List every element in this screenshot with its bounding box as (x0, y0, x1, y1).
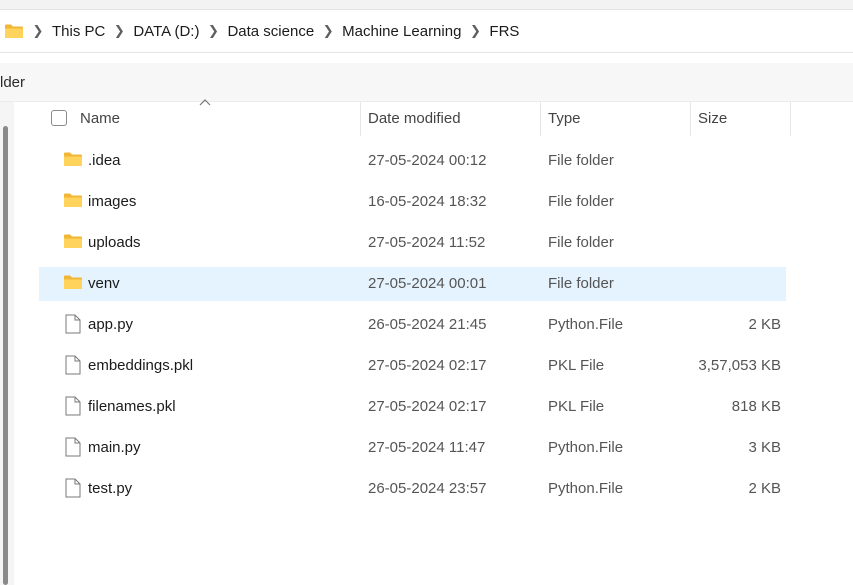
chevron-right-icon: ❯ (469, 23, 481, 38)
chevron-right-icon: ❯ (32, 23, 44, 38)
column-header-date[interactable]: Date modified (368, 110, 461, 127)
file-type: Python.File (548, 480, 624, 497)
file-name: main.py (88, 439, 141, 456)
file-icon (65, 314, 81, 334)
file-icon (65, 396, 81, 416)
file-name: test.py (88, 480, 133, 497)
file-row[interactable]: filenames.pkl 27-05-2024 02:17 PKL File … (39, 390, 786, 424)
file-size: 2 KB (748, 480, 781, 497)
folder-icon (5, 24, 23, 38)
file-size: 818 KB (731, 398, 781, 415)
breadcrumb-item-machine-learning[interactable]: Machine Learning (338, 23, 465, 40)
column-header-size[interactable]: Size (698, 110, 727, 127)
file-row[interactable]: app.py 26-05-2024 21:45 Python.File 2 KB (39, 308, 786, 342)
file-size: 3 KB (748, 439, 781, 456)
breadcrumb-item-frs[interactable]: FRS (485, 23, 523, 40)
file-type: File folder (548, 234, 614, 251)
file-name: images (88, 193, 137, 210)
file-date: 27-05-2024 00:01 (368, 275, 487, 292)
file-date: 16-05-2024 18:32 (368, 193, 487, 210)
file-date: 27-05-2024 00:12 (368, 152, 487, 169)
file-name: .idea (88, 152, 121, 169)
folder-icon (64, 234, 82, 248)
command-bar: lder (0, 63, 853, 102)
window-top-strip (0, 0, 853, 10)
file-row[interactable]: uploads 27-05-2024 11:52 File folder (39, 226, 786, 260)
file-row-selected[interactable]: venv 27-05-2024 00:01 File folder (39, 267, 786, 301)
file-type: File folder (548, 193, 614, 210)
file-size: 3,57,053 KB (698, 357, 781, 374)
file-icon (65, 478, 81, 498)
file-type: File folder (548, 275, 614, 292)
address-bar[interactable]: ❯ This PC ❯ DATA (D:) ❯ Data science ❯ M… (0, 10, 853, 53)
file-type: Python.File (548, 316, 624, 333)
folder-icon (64, 193, 82, 207)
column-divider[interactable] (690, 102, 691, 136)
file-date: 27-05-2024 11:47 (368, 439, 486, 456)
select-all-checkbox[interactable] (51, 110, 67, 126)
column-header-name[interactable]: Name (80, 110, 120, 127)
file-row[interactable]: main.py 27-05-2024 11:47 Python.File 3 K… (39, 431, 786, 465)
file-row[interactable]: .idea 27-05-2024 00:12 File folder (39, 144, 786, 178)
new-folder-button[interactable]: lder (0, 74, 25, 91)
file-name: embeddings.pkl (88, 357, 194, 374)
folder-icon (64, 152, 82, 166)
file-name: venv (88, 275, 120, 292)
file-date: 27-05-2024 02:17 (368, 357, 487, 374)
scrollbar-thumb[interactable] (3, 126, 8, 585)
breadcrumb-item-data-drive[interactable]: DATA (D:) (129, 23, 203, 40)
file-date: 26-05-2024 23:57 (368, 480, 487, 497)
breadcrumb-item-this-pc[interactable]: This PC (48, 23, 109, 40)
column-divider[interactable] (360, 102, 361, 136)
file-icon (65, 355, 81, 375)
file-type: PKL File (548, 398, 605, 415)
breadcrumb: ❯ This PC ❯ DATA (D:) ❯ Data science ❯ M… (28, 10, 523, 52)
file-date: 26-05-2024 21:45 (368, 316, 487, 333)
column-divider[interactable] (540, 102, 541, 136)
sort-ascending-icon (199, 99, 211, 106)
file-icon (65, 437, 81, 457)
file-row[interactable]: embeddings.pkl 27-05-2024 02:17 PKL File… (39, 349, 786, 383)
file-row[interactable]: test.py 26-05-2024 23:57 Python.File 2 K… (39, 472, 786, 506)
chevron-right-icon: ❯ (322, 23, 334, 38)
chevron-right-icon: ❯ (113, 23, 125, 38)
file-name: filenames.pkl (88, 398, 176, 415)
chevron-right-icon: ❯ (208, 23, 219, 38)
file-date: 27-05-2024 02:17 (368, 398, 487, 415)
file-name: app.py (88, 316, 134, 333)
file-size: 2 KB (748, 316, 781, 333)
file-name: uploads (88, 234, 141, 251)
file-type: PKL File (548, 357, 605, 374)
file-type: Python.File (548, 439, 624, 456)
breadcrumb-item-data-science[interactable]: Data science (223, 23, 318, 40)
file-row[interactable]: images 16-05-2024 18:32 File folder (39, 185, 786, 219)
folder-icon (64, 275, 82, 289)
column-header-type[interactable]: Type (548, 110, 581, 127)
file-type: File folder (548, 152, 614, 169)
column-divider[interactable] (790, 102, 791, 136)
file-date: 27-05-2024 11:52 (368, 234, 486, 251)
